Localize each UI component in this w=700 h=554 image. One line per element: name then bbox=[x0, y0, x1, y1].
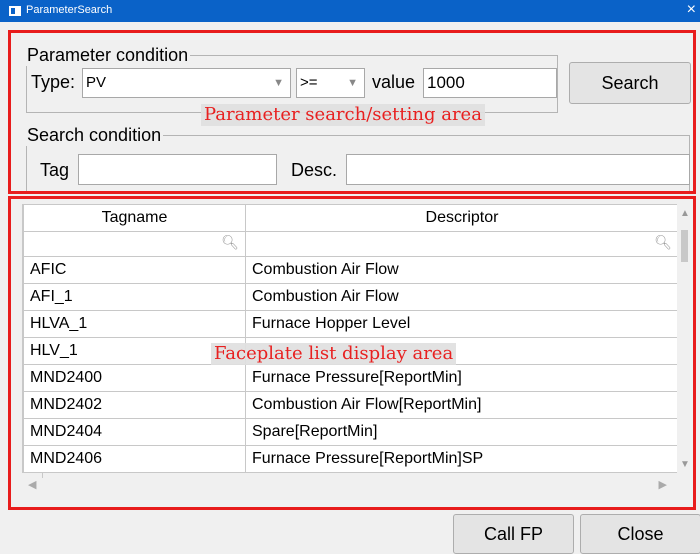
call-fp-button[interactable]: Call FP bbox=[453, 514, 574, 554]
window-title: ParameterSearch bbox=[26, 4, 113, 16]
title-bar: ParameterSearch × bbox=[0, 0, 700, 22]
close-icon[interactable]: × bbox=[687, 1, 696, 19]
parameter-area-annotation: Parameter search/setting area bbox=[201, 104, 485, 126]
faceplate-area-annotation: Faceplate list display area bbox=[211, 343, 457, 365]
window-icon bbox=[9, 6, 21, 16]
close-button[interactable]: Close bbox=[580, 514, 700, 554]
